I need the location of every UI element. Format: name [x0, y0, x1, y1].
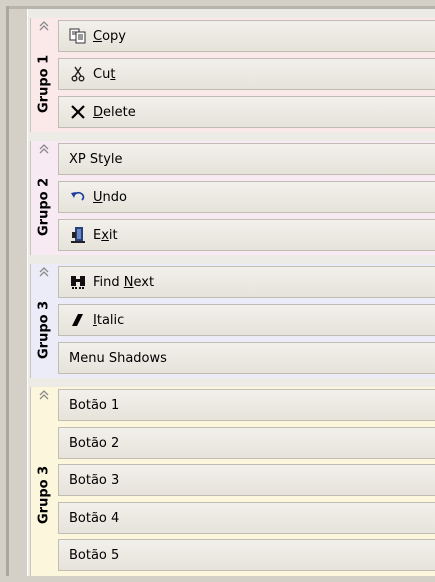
- botao-3-label: Botão 3: [69, 472, 120, 488]
- botao-1-button[interactable]: Botão 1: [58, 389, 435, 421]
- botao-4-button[interactable]: Botão 4: [58, 502, 435, 534]
- xp-style-button[interactable]: XP Style: [58, 143, 435, 175]
- group-2: Grupo 2 XP Style Undo Exit: [30, 141, 435, 255]
- copy-icon: [69, 27, 87, 45]
- group-2-label: Grupo 2: [36, 177, 52, 237]
- find-next-label: Find Next: [93, 274, 155, 290]
- botao-4-label: Botão 4: [69, 510, 120, 526]
- exit-button[interactable]: Exit: [58, 219, 435, 251]
- collapse-chevron-icon[interactable]: [38, 389, 50, 401]
- collapse-chevron-icon[interactable]: [38, 20, 50, 32]
- group-2-header-strip[interactable]: Grupo 2: [31, 141, 57, 255]
- frame-left-edge: [6, 6, 9, 576]
- group-3-header-strip[interactable]: Grupo 3: [31, 264, 57, 378]
- copy-label: Copy: [93, 28, 126, 44]
- menu-shadows-button[interactable]: Menu Shadows: [58, 342, 435, 374]
- delete-x-icon: [69, 103, 87, 121]
- botao-1-label: Botão 1: [69, 397, 120, 413]
- delete-button[interactable]: Delete: [58, 96, 435, 128]
- italic-label: Italic: [93, 312, 125, 328]
- group-4-header-strip[interactable]: Grupo 3: [31, 387, 57, 576]
- cut-button[interactable]: Cut: [58, 58, 435, 90]
- group-1: Grupo 1 Copy Cut Delete: [30, 18, 435, 132]
- copy-button[interactable]: Copy: [58, 20, 435, 52]
- undo-arrow-icon: [69, 188, 87, 206]
- botao-5-label: Botão 5: [69, 547, 120, 563]
- group-4: Grupo 3 Botão 1 Botão 2 Botão 3 Botão 4 …: [30, 387, 435, 576]
- delete-label: Delete: [93, 104, 136, 120]
- xp-style-label: XP Style: [69, 151, 123, 167]
- scissors-icon: [69, 65, 87, 83]
- group-1-header-strip[interactable]: Grupo 1: [31, 18, 57, 132]
- window-frame: Grupo 1 Copy Cut Delete Grupo 2 XP Style…: [0, 0, 435, 582]
- menu-shadows-label: Menu Shadows: [69, 350, 167, 366]
- group-1-label: Grupo 1: [36, 54, 52, 114]
- botao-2-button[interactable]: Botão 2: [58, 427, 435, 459]
- undo-label: Undo: [93, 189, 127, 205]
- group-3: Grupo 3 Find Next Italic Menu Shadows: [30, 264, 435, 378]
- group-3-label: Grupo 3: [36, 300, 52, 360]
- italic-icon: [69, 311, 87, 329]
- collapse-chevron-icon[interactable]: [38, 143, 50, 155]
- binoculars-icon: [69, 273, 87, 291]
- exit-door-icon: [69, 226, 87, 244]
- exit-label: Exit: [93, 227, 118, 243]
- find-next-button[interactable]: Find Next: [58, 266, 435, 298]
- botao-2-label: Botão 2: [69, 435, 120, 451]
- cut-label: Cut: [93, 66, 116, 82]
- botao-3-button[interactable]: Botão 3: [58, 464, 435, 496]
- italic-button[interactable]: Italic: [58, 304, 435, 336]
- undo-button[interactable]: Undo: [58, 181, 435, 213]
- group-4-label: Grupo 3: [36, 465, 52, 524]
- collapse-chevron-icon[interactable]: [38, 266, 50, 278]
- botao-5-button[interactable]: Botão 5: [58, 539, 435, 571]
